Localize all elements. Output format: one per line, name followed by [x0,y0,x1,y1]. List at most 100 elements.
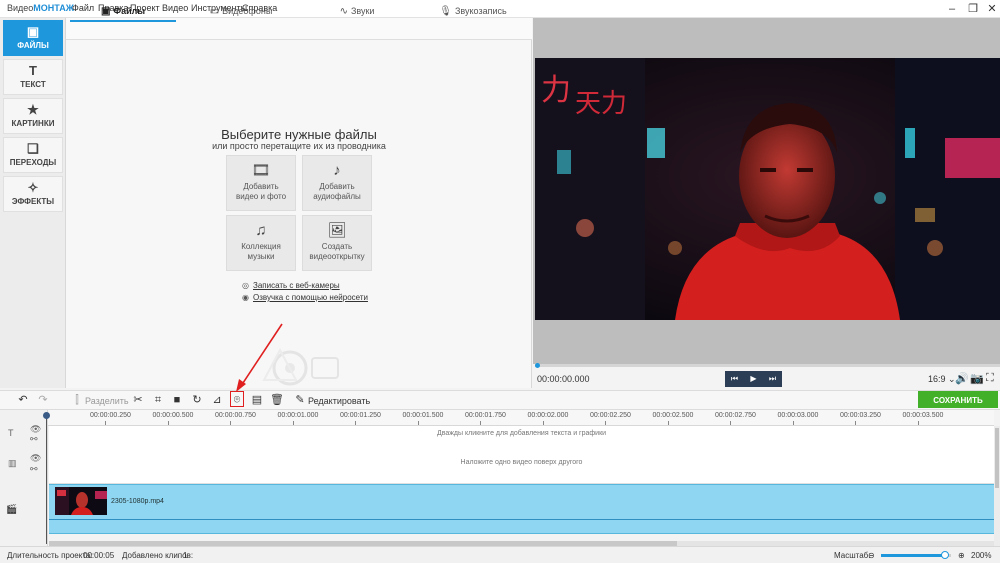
ruler-tick-mark [730,421,731,425]
skip-back-icon: ⏮ [730,374,739,383]
text-track-icon: T [8,428,14,438]
rotate-icon[interactable]: ↻ [190,393,204,407]
image-icon: ▣ [26,24,40,39]
ruler-tick-mark [667,421,669,425]
fit-frame-icon[interactable]: ■ [170,393,184,407]
clip-audio-line [49,519,994,520]
close-icon[interactable]: ✕ [982,2,1000,16]
record-webcam-link[interactable]: Записать с веб-камеры [253,281,340,290]
ruler-tick-mark [292,421,294,425]
next-frame-button[interactable]: ⏭ [763,371,782,387]
tab-sounds[interactable]: ∿ Звуки [304,0,410,22]
ruler-tick-mark [355,421,356,425]
sidebar-item-effects[interactable]: ✧ ЭФФЕКТЫ [3,176,63,212]
maximize-icon[interactable]: ❐ [963,2,983,16]
ai-voice-icon: ◉ [242,293,249,302]
image-icon: ▣ [100,6,111,17]
edit-button[interactable]: Редактировать [308,396,370,406]
ruler-tick-mark [792,421,794,425]
play-button[interactable]: ▶ [744,371,763,387]
video-track[interactable] [49,484,994,534]
fullscreen-icon[interactable]: ⛶ [986,372,994,385]
ruler-tick-mark [167,421,169,425]
zoom-in-icon[interactable]: ⊕ [958,551,965,560]
ruler-tick-label: 00:00:02.250 [590,412,631,419]
play-icon: ▶ [750,374,757,383]
ruler-tick-label: 00:00:01.000 [277,412,319,419]
sidebar-item-label: ФАЙЛЫ [17,41,49,50]
ruler-tick-mark [230,421,231,425]
ruler-tick-mark [105,421,106,425]
sidebar-item-transitions[interactable]: ❏ ПЕРЕХОДЫ [3,137,63,173]
snapshot-icon[interactable]: 📷 [970,372,984,385]
ruler-tick-label: 00:00:02.750 [715,412,756,419]
music-notes-icon: ♫ [255,222,267,239]
ai-voiceover-link[interactable]: Озвучка с помощью нейросети [253,293,368,302]
film-add-icon: 🎞 [251,162,271,179]
ruler-tick-label: 00:00:02.000 [527,412,569,419]
link-icon[interactable]: ⚯ [30,434,38,445]
split-icon[interactable]: ⫿ [70,393,84,407]
save-video-button[interactable]: СОХРАНИТЬ ВИДЕО [918,391,998,422]
tab-audio-recording[interactable]: 🎙 Звукозапись [420,0,526,22]
ruler-tick-label: 00:00:01.250 [340,412,381,419]
vertical-scrollbar-thumb[interactable] [995,428,999,488]
split-button[interactable]: Разделить [85,396,129,406]
seek-bar[interactable] [535,364,1000,367]
playhead[interactable] [46,414,47,544]
clip-name: 2305-1080p.mp4 [111,498,164,505]
zoom-label: Масштаб: [834,551,871,560]
zoom-value: 200% [971,551,992,560]
sidebar-item-label: ПЕРЕХОДЫ [9,158,57,167]
replace-media-icon[interactable]: ▤ [250,393,264,407]
redo-icon[interactable]: ↷ [36,393,50,407]
transitions-icon: ❏ [27,141,39,156]
ruler-tick-mark [417,421,419,425]
add-audio-button[interactable]: ♪ Добавить аудиофайлы [302,155,372,211]
magic-wand-icon: ✧ [27,180,39,195]
volume-icon[interactable]: 🔊 [955,372,969,385]
ruler-tick-label: 00:00:00.750 [215,412,256,419]
ruler-tick-label: 00:00:00.250 [90,412,131,419]
ruler-tick-mark [855,421,856,425]
sidebar-item-label: КАРТИНКИ [11,119,55,128]
tab-files[interactable]: ▣ Файлы [70,0,176,22]
overlay-track[interactable]: Наложите одно видео поверх другого [49,442,994,484]
audio-detach-icon[interactable]: ⊿ [210,393,224,407]
delete-icon[interactable]: 🗑 [270,393,284,407]
tab-video-backgrounds[interactable]: ▭ Видеофоны [188,0,294,22]
video-preview[interactable]: 力 天力 [535,58,1000,320]
webcam-icon: ◎ [242,281,249,290]
clip-thumbnail[interactable] [55,487,107,515]
sidebar-item-files[interactable]: ▣ ФАЙЛЫ [3,20,63,56]
microphone-icon: 🎙 [439,6,452,17]
seek-handle[interactable] [535,363,540,368]
playhead-handle[interactable] [43,412,50,419]
create-video-postcard-button[interactable]: 🖼 Создать видеооткрытку [302,215,372,271]
star-icon: ★ [27,102,39,117]
previous-frame-button[interactable]: ⏮ [725,371,744,387]
link-icon[interactable]: ⚯ [30,464,38,475]
ruler-tick-mark [605,421,606,425]
undo-icon[interactable]: ↶ [16,393,30,407]
eye-icon[interactable]: 👁 [30,453,41,464]
overlay-track-hint: Наложите одно видео поверх другого [460,459,583,466]
add-video-photo-button[interactable]: 🎞 Добавить видео и фото [226,155,296,211]
text-track-hint: Дважды кликните для добавления текста и … [436,430,607,437]
minimize-icon[interactable]: – [942,2,962,16]
text-track[interactable]: Дважды кликните для добавления текста и … [49,426,994,442]
ruler-tick-mark [917,421,919,425]
aspect-ratio-select[interactable]: 16:9 ⌄ [928,374,956,385]
ruler-tick-label: 00:00:00.500 [152,412,194,419]
zoom-out-icon[interactable]: ⊖ [868,551,875,560]
postcard-icon: 🖼 [327,222,347,239]
music-collection-button[interactable]: ♫ Коллекция музыки [226,215,296,271]
annotation-arrow [236,323,283,392]
svg-text:天力: 天力 [575,89,627,119]
cut-icon[interactable]: ✂ [131,393,145,407]
sidebar-item-text[interactable]: T ТЕКСТ [3,59,63,95]
sidebar-item-pictures[interactable]: ★ КАРТИНКИ [3,98,63,134]
svg-text:力: 力 [541,73,571,108]
crop-icon[interactable]: ⌗ [151,393,165,407]
app-title: ВидеоМОНТАЖ [7,3,74,13]
